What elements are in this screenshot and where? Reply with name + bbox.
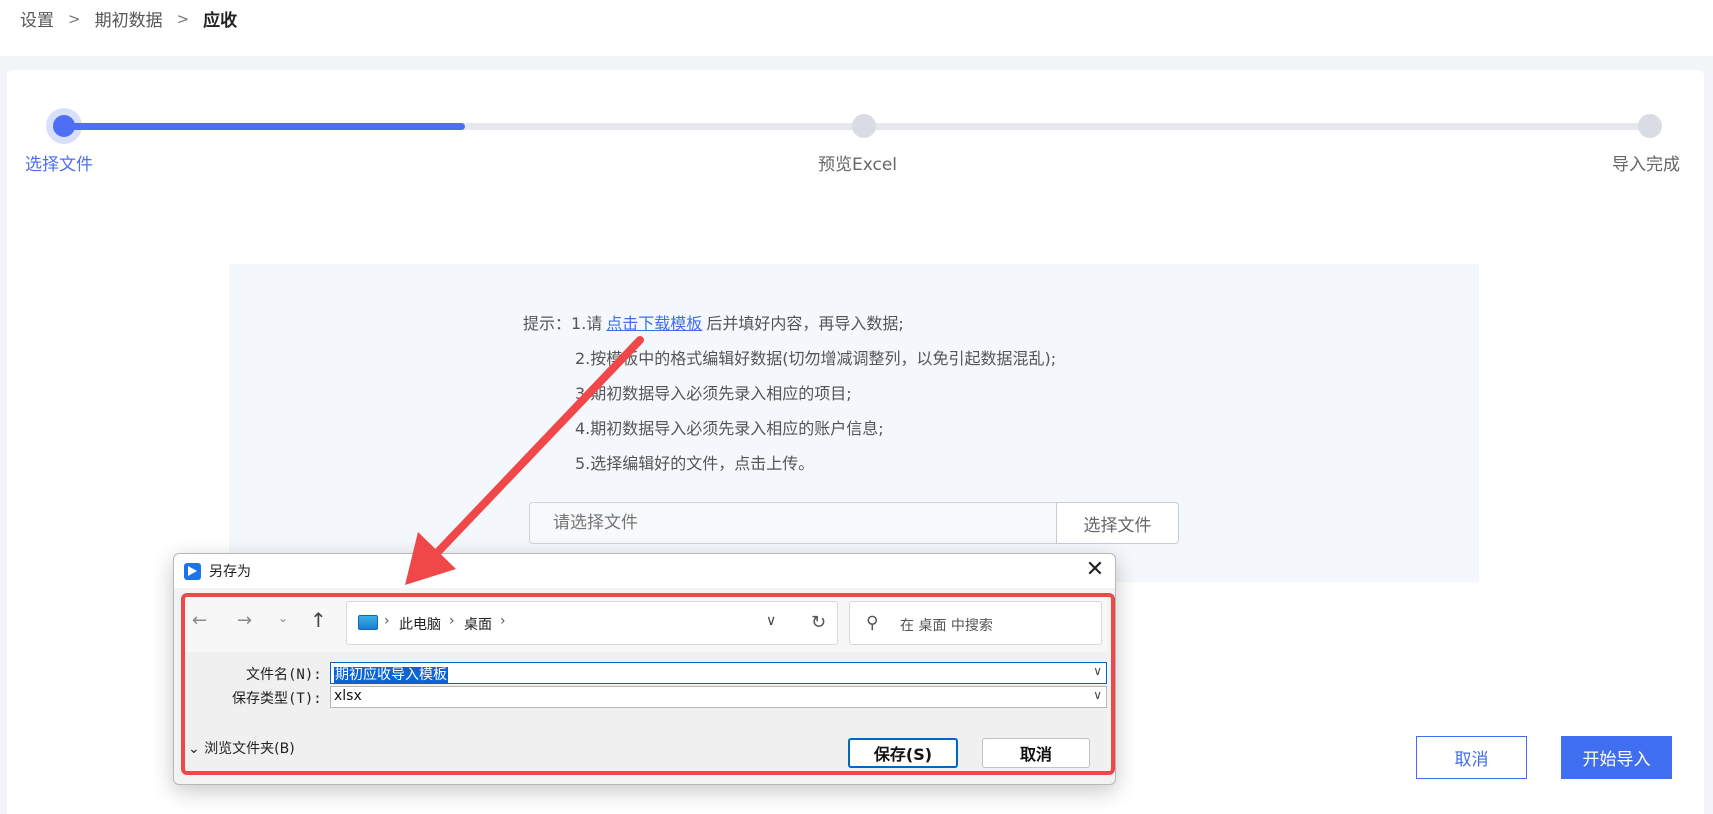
navigation-row: ← → ⌄ ↑ › 此电脑 › 桌面 › ∨ ↻ ⚲ 在 桌面 中搜索 (182, 594, 1107, 652)
file-type-label: 保存类型(T): (232, 691, 322, 707)
step-3-label: 导入完成 (1612, 155, 1680, 175)
filename-label: 文件名(N): (246, 667, 322, 683)
search-icon: ⚲ (866, 613, 879, 633)
browse-folders-toggle[interactable]: ⌄ 浏览文件夹(B) (188, 738, 295, 758)
dialog-cancel-button[interactable]: 取消 (982, 738, 1090, 768)
filename-input[interactable]: 期初应收导入模板 ∨ (330, 662, 1107, 684)
tip-line-1-end: 后并填好内容，再导入数据; (706, 314, 904, 333)
address-dropdown-icon[interactable]: ∨ (766, 613, 776, 629)
step-1-label: 选择文件 (25, 155, 93, 175)
file-path-input[interactable] (529, 502, 1057, 544)
tip-line-3: 3.期初数据导入必须先录入相应的项目; (575, 384, 852, 403)
path-this-pc[interactable]: 此电脑 (399, 614, 441, 634)
file-type-select[interactable]: xlsx ∨ (330, 686, 1107, 708)
tip-line-5: 5.选择编辑好的文件，点击上传。 (575, 454, 815, 473)
step-1-dot (46, 108, 82, 144)
save-as-dialog: 另存为 ✕ ← → ⌄ ↑ › 此电脑 › 桌面 › ∨ ↻ ⚲ 在 桌面 中搜… (173, 553, 1116, 785)
search-placeholder: 在 桌面 中搜索 (900, 618, 993, 634)
tip-line-4: 4.期初数据导入必须先录入相应的账户信息; (575, 419, 884, 438)
tip-prefix: 提示： (523, 314, 572, 333)
start-import-button[interactable]: 开始导入 (1561, 736, 1672, 779)
path-chevron-icon[interactable]: › (449, 613, 455, 629)
top-bar: 设置 > 期初数据 > 应收 (0, 0, 1713, 56)
path-desktop[interactable]: 桌面 (464, 614, 492, 634)
search-box[interactable]: ⚲ 在 桌面 中搜索 (849, 601, 1102, 645)
file-type-dropdown-icon[interactable]: ∨ (1093, 688, 1102, 702)
path-chevron-icon[interactable]: › (500, 613, 506, 629)
app-icon (184, 563, 201, 580)
breadcrumb-separator: > (176, 9, 190, 28)
dialog-title: 另存为 (209, 564, 251, 580)
step-3-dot (1638, 114, 1662, 138)
step-2-label: 预览Excel (818, 155, 898, 175)
back-arrow-icon[interactable]: ← (192, 610, 207, 631)
file-type-value: xlsx (334, 688, 362, 704)
browse-folders-label: 浏览文件夹(B) (204, 741, 295, 757)
tip-line-1-start: 1.请 (571, 314, 603, 333)
progress-fill (64, 123, 465, 130)
breadcrumb-separator: > (68, 9, 81, 28)
choose-file-button[interactable]: 选择文件 (1056, 502, 1179, 544)
step-2-dot (852, 114, 876, 138)
download-template-link[interactable]: 点击下载模板 (606, 314, 702, 333)
dialog-save-button[interactable]: 保存(S) (848, 738, 958, 768)
recent-locations-chevron-icon[interactable]: ⌄ (278, 611, 288, 625)
cancel-button[interactable]: 取消 (1416, 736, 1527, 779)
breadcrumb-current: 应收 (203, 11, 238, 31)
computer-icon (358, 615, 378, 630)
refresh-icon[interactable]: ↻ (811, 612, 826, 633)
breadcrumb-settings[interactable]: 设置 (20, 6, 54, 31)
up-arrow-icon[interactable]: ↑ (310, 608, 327, 632)
close-icon[interactable]: ✕ (1082, 558, 1108, 584)
tip-line-2: 2.按模板中的格式编辑好数据(切勿增减调整列，以免引起数据混乱); (575, 349, 1057, 368)
filename-dropdown-icon[interactable]: ∨ (1093, 664, 1102, 678)
forward-arrow-icon[interactable]: → (237, 610, 252, 631)
breadcrumb-opening-data[interactable]: 期初数据 (95, 6, 163, 31)
filename-value: 期初应收导入模板 (334, 667, 448, 683)
path-chevron-icon[interactable]: › (384, 613, 390, 629)
breadcrumb: 设置 > 期初数据 > 应收 (20, 6, 238, 32)
save-form: 文件名(N): 期初应收导入模板 ∨ 保存类型(T): xlsx ∨ ⌄ 浏览文… (182, 652, 1107, 769)
dialog-titlebar[interactable]: 另存为 ✕ (174, 554, 1115, 588)
tip-line-1: 提示：1.请 点击下载模板 后并填好内容，再导入数据; (523, 310, 904, 334)
chevron-down-icon: ⌄ (188, 741, 205, 757)
address-bar[interactable]: › 此电脑 › 桌面 › ∨ ↻ (346, 601, 838, 645)
